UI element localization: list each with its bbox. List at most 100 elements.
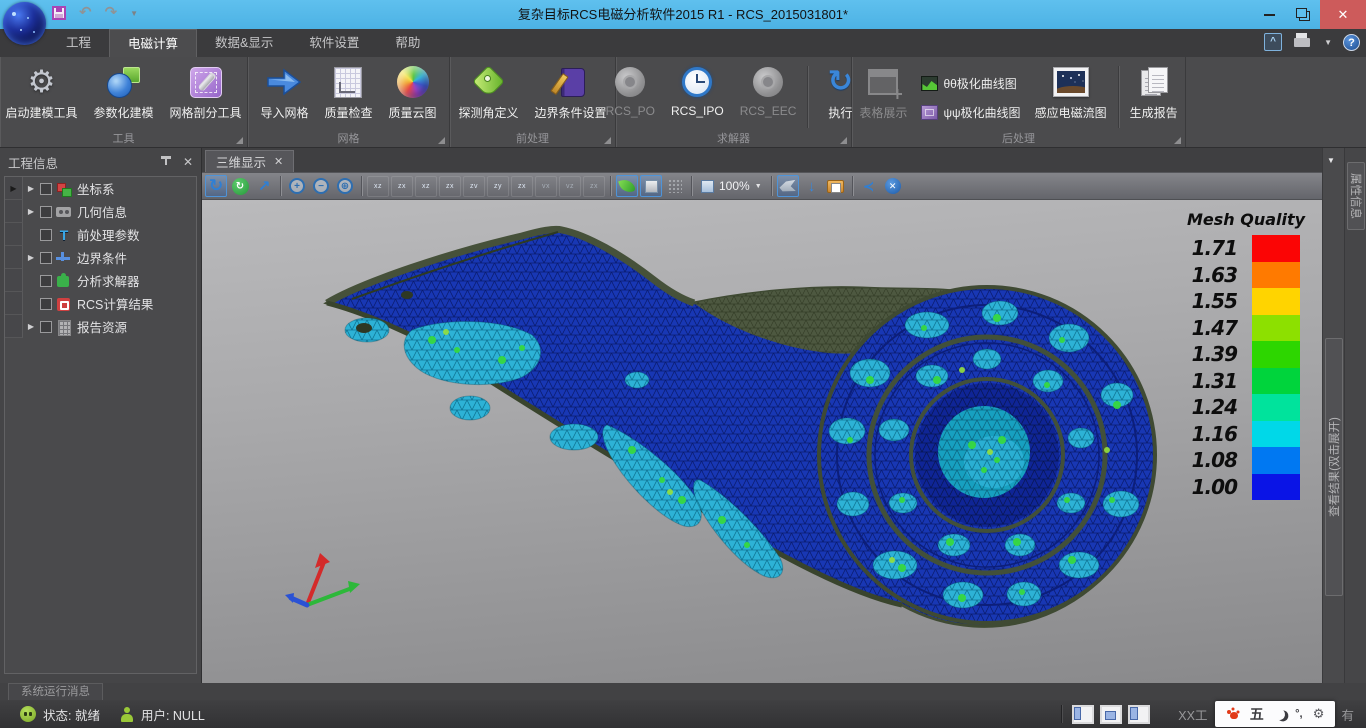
share-button[interactable]: ≺ <box>858 175 880 197</box>
zoom-level-combo[interactable]: 100% ▼ <box>697 175 766 197</box>
collapse-ribbon-icon[interactable]: ^ <box>1264 33 1282 51</box>
group-dialog-launcher-icon[interactable] <box>1174 137 1181 144</box>
table-display-button[interactable]: 表格展示 <box>851 62 915 132</box>
view-results-vertical-tab[interactable]: 查看结果(双击展开) <box>1325 338 1343 596</box>
expander-icon[interactable]: ▶ <box>23 322 39 331</box>
tree-item-geometry-info[interactable]: ▶ 几何信息 <box>5 200 196 223</box>
group-dialog-launcher-icon[interactable] <box>438 137 445 144</box>
ime-fullwidth-moon-icon[interactable] <box>1273 707 1286 720</box>
3d-viewport[interactable]: Mesh Quality 1.71 1.63 1.55 1.47 <box>202 200 1322 683</box>
tab-em-compute[interactable]: 电磁计算 <box>109 29 197 57</box>
view-orientation-button[interactable]: zx <box>583 176 605 197</box>
tab-settings[interactable]: 软件设置 <box>291 29 377 57</box>
tree-checkbox[interactable] <box>40 275 52 287</box>
tree-checkbox[interactable] <box>40 183 52 195</box>
tab-close-icon[interactable]: ✕ <box>274 155 283 168</box>
center-column: 三维显示 ✕ ↻ ↻ ↗ + − ⊕ xz zx xz zx zv zy zx … <box>202 148 1322 683</box>
zoom-out-button[interactable]: − <box>310 175 332 197</box>
system-message-tab[interactable]: 系统运行消息 <box>8 683 103 700</box>
generate-report-button[interactable]: 生成报告 <box>1122 62 1186 132</box>
rotate-view-button[interactable]: ↻ <box>205 175 227 197</box>
view-orientation-button[interactable]: vx <box>535 176 557 197</box>
induced-current-map-button[interactable]: 感应电磁流图 <box>1027 62 1115 132</box>
help-icon[interactable]: ? <box>1343 34 1360 51</box>
ime-punctuation-toggle[interactable]: °, <box>1295 708 1302 720</box>
tree-checkbox[interactable] <box>40 229 52 241</box>
group-dialog-launcher-icon[interactable] <box>236 137 243 144</box>
panel-close-icon[interactable]: ✕ <box>183 155 193 169</box>
rcs-eec-button[interactable]: RCS_EEC <box>732 62 805 132</box>
tree-item-coordinate-system[interactable]: ▶ ▶ 坐标系 <box>5 177 196 200</box>
chevron-down-icon[interactable]: ▼ <box>1327 156 1335 165</box>
minimize-button[interactable] <box>1252 0 1286 29</box>
start-modeling-tool-button[interactable]: ⚙ 启动建模工具 <box>0 62 86 132</box>
expander-icon[interactable]: ▶ <box>23 253 39 262</box>
tree-item-analysis-solver[interactable]: 分析求解器 <box>5 269 196 292</box>
ime-logo-paw-icon[interactable] <box>1227 708 1240 720</box>
expander-icon[interactable]: ▶ <box>23 207 39 216</box>
view-orientation-button[interactable]: vz <box>559 176 581 197</box>
view-orientation-button[interactable]: xz <box>367 176 389 197</box>
ime-settings-gear-icon[interactable]: ⚙ <box>1313 706 1325 722</box>
tree-checkbox[interactable] <box>40 298 52 310</box>
surface-display-button[interactable] <box>640 175 662 197</box>
quality-check-button[interactable]: 质量检查 <box>316 62 380 132</box>
tree-item-report-resources[interactable]: ▶ 报告资源 <box>5 315 196 338</box>
rcs-ipo-button[interactable]: RCS_IPO <box>663 62 732 132</box>
view-orientation-button[interactable]: zx <box>511 176 533 197</box>
probe-angle-button[interactable]: 探测角定义 <box>450 62 526 132</box>
grid-display-button[interactable] <box>664 175 686 197</box>
save-icon[interactable] <box>52 6 66 20</box>
layout-left-panel-button[interactable] <box>1072 705 1094 724</box>
mesh-surface-button[interactable] <box>777 175 799 197</box>
tree-checkbox[interactable] <box>40 206 52 218</box>
pin-icon[interactable] <box>159 155 173 169</box>
theta-polarization-curve-button[interactable]: θθ极化曲线图 <box>915 69 1026 98</box>
view-orientation-button[interactable]: zx <box>439 176 461 197</box>
print-dropdown-icon[interactable]: ▼ <box>1324 38 1332 47</box>
psi-polarization-curve-button[interactable]: ψψ极化曲线图 <box>915 98 1026 127</box>
tree-checkbox[interactable] <box>40 321 52 333</box>
view-orientation-button[interactable]: zx <box>391 176 413 197</box>
group-dialog-launcher-icon[interactable] <box>604 137 611 144</box>
group-dialog-launcher-icon[interactable] <box>840 137 847 144</box>
tab-project[interactable]: 工程 <box>48 29 109 57</box>
redo-icon[interactable]: ↷ <box>105 6 118 20</box>
snapshot-button[interactable] <box>825 175 847 197</box>
tree-item-preprocess-params[interactable]: T 前处理参数 <box>5 223 196 246</box>
tab-help[interactable]: 帮助 <box>377 29 438 57</box>
tab-data-display[interactable]: 数据&显示 <box>197 29 291 57</box>
drop-view-button[interactable]: ↓ <box>801 175 823 197</box>
3d-model-canvas[interactable] <box>202 200 1322 683</box>
undo-icon[interactable]: ↶ <box>79 6 92 20</box>
expander-icon[interactable]: ▶ <box>23 184 39 193</box>
view-orientation-button[interactable]: zv <box>463 176 485 197</box>
app-logo[interactable] <box>3 2 46 45</box>
zoom-fit-button[interactable]: ⊕ <box>334 175 356 197</box>
view-orientation-button[interactable]: zy <box>487 176 509 197</box>
quick-access-dropdown-icon[interactable]: ▼ <box>130 9 138 18</box>
close-view-button[interactable]: ✕ <box>882 175 904 197</box>
print-icon[interactable] <box>1293 33 1313 51</box>
tree-checkbox[interactable] <box>40 252 52 264</box>
tab-3d-display[interactable]: 三维显示 ✕ <box>205 150 294 172</box>
smooth-shading-button[interactable] <box>616 175 638 197</box>
layout-bottom-panel-button[interactable] <box>1100 705 1122 724</box>
legend-swatch <box>1252 474 1300 501</box>
tree-item-boundary-conditions[interactable]: ▶ 边界条件 <box>5 246 196 269</box>
view-orientation-button[interactable]: xz <box>415 176 437 197</box>
pan-button[interactable]: ↗ <box>253 175 275 197</box>
restore-button[interactable] <box>1286 0 1320 29</box>
zoom-in-button[interactable]: + <box>286 175 308 197</box>
rcs-po-button[interactable]: RCS_PO <box>598 62 663 132</box>
close-button[interactable]: ✕ <box>1320 0 1366 29</box>
ime-wubi-mode[interactable]: 五 <box>1250 704 1264 724</box>
import-mesh-button[interactable]: 导入网格 <box>252 62 316 132</box>
quality-cloud-button[interactable]: 质量云图 <box>381 62 445 132</box>
layout-full-panel-button[interactable] <box>1128 705 1150 724</box>
parametric-modeling-button[interactable]: 参数化建模 <box>86 62 162 132</box>
orbit-button[interactable]: ↻ <box>229 175 251 197</box>
tree-item-rcs-results[interactable]: RCS计算结果 <box>5 292 196 315</box>
property-info-vertical-tab[interactable]: 属性信息 <box>1347 162 1365 230</box>
mesh-partition-tool-button[interactable]: 网格剖分工具 <box>162 62 250 132</box>
